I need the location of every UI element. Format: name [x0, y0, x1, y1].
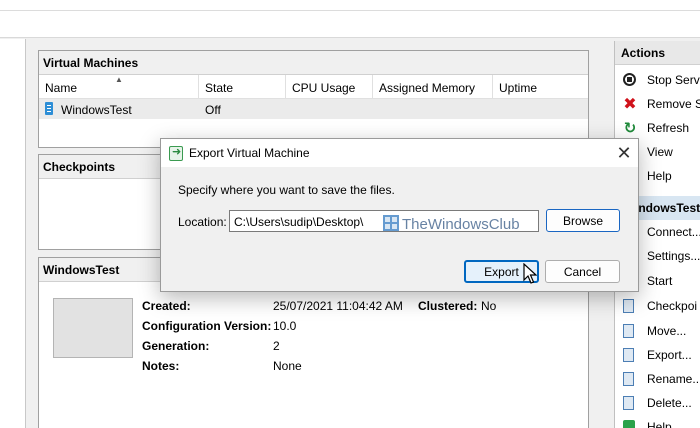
- sort-ascending-icon: ▲: [115, 75, 123, 84]
- column-header-name[interactable]: ▲ Name: [39, 75, 199, 99]
- cancel-button[interactable]: Cancel: [545, 260, 620, 283]
- column-header-cpu-usage[interactable]: CPU Usage: [286, 75, 373, 99]
- help-icon: [623, 420, 635, 428]
- created-label: Created:: [142, 299, 191, 313]
- column-header-uptime[interactable]: Uptime: [493, 75, 588, 99]
- action-help-vm[interactable]: Help: [615, 415, 700, 428]
- vm-grid-header: ▲ Name State CPU Usage Assigned Memory U…: [39, 75, 588, 99]
- thewindowsclub-logo-icon: [383, 215, 399, 231]
- actions-title: Actions: [615, 41, 700, 65]
- action-checkpoint[interactable]: Checkpoi: [615, 294, 700, 318]
- notes-label: Notes:: [142, 359, 180, 373]
- virtual-machines-title: Virtual Machines: [39, 51, 588, 75]
- refresh-icon: ↻: [623, 120, 637, 137]
- action-refresh[interactable]: ↻ Refresh: [615, 116, 700, 140]
- vm-state-cell: Off: [205, 103, 221, 117]
- checkpoint-icon: [623, 299, 634, 313]
- virtual-machine-icon: [45, 102, 53, 115]
- delete-icon: [623, 396, 634, 410]
- table-row[interactable]: WindowsTest Off: [39, 99, 588, 119]
- action-delete[interactable]: Delete...: [615, 391, 700, 415]
- export-icon: [623, 348, 634, 362]
- action-move[interactable]: Move...: [615, 319, 700, 343]
- clustered-value: No: [481, 299, 497, 313]
- configuration-version-label: Configuration Version:: [142, 319, 272, 333]
- browse-button[interactable]: Browse: [546, 209, 620, 232]
- dialog-titlebar[interactable]: Export Virtual Machine ✕: [161, 139, 638, 167]
- column-header-assigned-memory[interactable]: Assigned Memory: [373, 75, 493, 99]
- move-icon: [623, 324, 634, 338]
- vm-name-cell: WindowsTest: [61, 103, 132, 117]
- toolbar-area: [0, 0, 700, 38]
- navigation-pane[interactable]: [0, 39, 26, 428]
- export-vm-icon: [169, 145, 183, 161]
- generation-label: Generation:: [142, 339, 210, 353]
- configuration-version-value: 10.0: [273, 319, 297, 333]
- virtual-machines-panel: Virtual Machines ▲ Name State CPU Usage …: [38, 50, 589, 148]
- toolbar-divider: [0, 10, 700, 11]
- close-icon[interactable]: ✕: [613, 142, 635, 164]
- mouse-cursor-icon: [523, 263, 537, 284]
- location-label: Location:: [178, 215, 227, 229]
- stop-service-icon: [623, 73, 636, 86]
- remove-icon: ✖: [623, 96, 637, 113]
- vm-thumbnail[interactable]: [53, 298, 133, 358]
- generation-value: 2: [273, 339, 280, 353]
- rename-icon: [623, 372, 634, 386]
- watermark: TheWindowsClub: [383, 215, 520, 233]
- column-header-state[interactable]: State: [199, 75, 286, 99]
- clustered-label: Clustered:: [418, 299, 478, 313]
- action-export[interactable]: Export...: [615, 343, 700, 367]
- notes-value: None: [273, 359, 302, 373]
- action-rename[interactable]: Rename...: [615, 367, 700, 391]
- dialog-prompt: Specify where you want to save the files…: [178, 183, 395, 197]
- action-stop-service[interactable]: Stop Servi: [615, 68, 700, 92]
- export-virtual-machine-dialog: Export Virtual Machine ✕ Specify where y…: [160, 138, 639, 292]
- created-value: 25/07/2021 11:04:42 AM: [273, 299, 403, 313]
- action-remove-server[interactable]: ✖ Remove S: [615, 92, 700, 116]
- dialog-title: Export Virtual Machine: [189, 146, 310, 160]
